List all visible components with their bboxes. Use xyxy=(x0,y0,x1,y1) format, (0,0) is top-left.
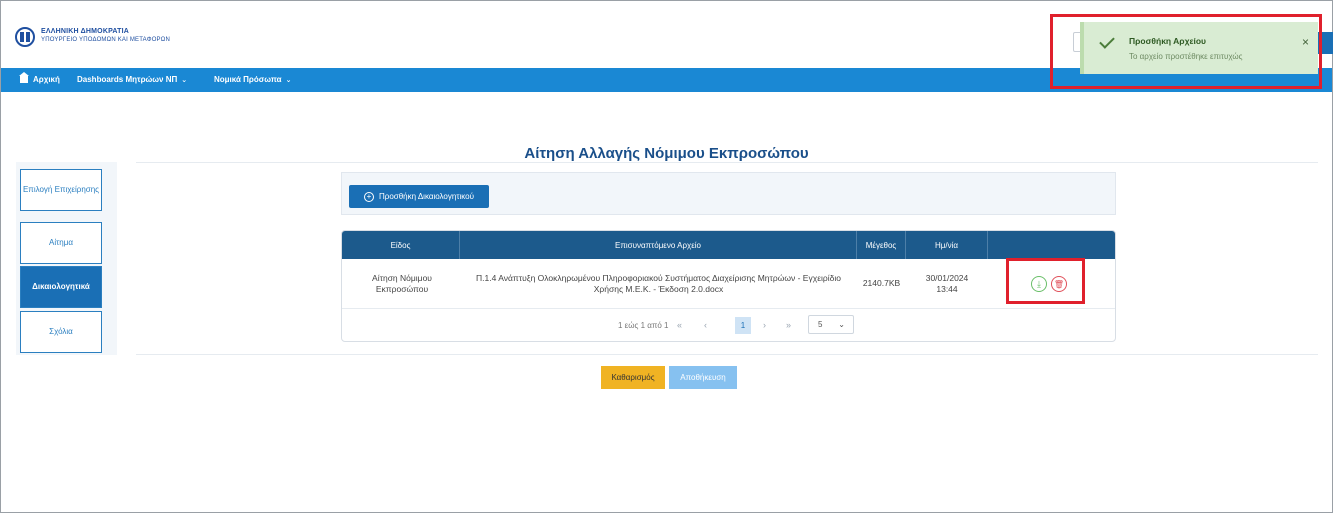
table-row: Αίτηση Νόμιμου Εκπροσώπου Π.1.4 Ανάπτυξη… xyxy=(342,259,1115,309)
add-document-label: Προσθήκη Δικαιολογητικού xyxy=(378,192,474,201)
nav-dashboards-label: Dashboards Μητρώων ΝΠ xyxy=(77,75,178,84)
column-header-date[interactable]: Ημ/νία xyxy=(906,231,988,259)
actions-highlight-box xyxy=(1006,258,1085,304)
nav-dashboards[interactable]: Dashboards Μητρώων ΝΠ ⌄ xyxy=(77,75,187,84)
chevron-down-icon: ⌄ xyxy=(838,320,845,329)
chevron-down-icon: ⌄ xyxy=(181,77,188,84)
steps-sidebar: Επιλογή Επιχείρησης Αίτημα Δικαιολογητικ… xyxy=(16,162,117,355)
cell-type: Αίτηση Νόμιμου Εκπροσώπου xyxy=(372,272,432,294)
column-header-type[interactable]: Είδος xyxy=(342,231,460,259)
nav-legal-persons[interactable]: Νομικά Πρόσωπα ⌄ xyxy=(214,75,291,84)
cell-date: 30/01/2024 13:44 xyxy=(925,272,969,294)
home-icon xyxy=(19,72,29,83)
cell-size: 2140.7KB xyxy=(862,278,901,289)
pagination: 1 εώς 1 από 1 « ‹ 1 › » 5 ⌄ xyxy=(342,309,1115,341)
next-page-icon[interactable]: › xyxy=(763,320,766,330)
sidebar-item-documents[interactable]: Δικαιολογητικά xyxy=(20,266,102,308)
sidebar-item-company[interactable]: Επιλογή Επιχείρησης xyxy=(20,169,102,211)
page-size-select[interactable]: 5 ⌄ xyxy=(808,315,854,334)
greek-emblem-icon xyxy=(15,27,35,47)
sidebar-item-comments[interactable]: Σχόλια xyxy=(20,311,102,353)
column-header-actions xyxy=(988,231,1115,259)
table-header: Είδος Επισυναπτόμενο Αρχείο Μέγεθος Ημ/ν… xyxy=(342,231,1115,259)
pagination-summary: 1 εώς 1 από 1 xyxy=(618,321,669,330)
page-title: Αίτηση Αλλαγής Νόμιμου Εκπροσώπου xyxy=(524,145,809,162)
gov-subtitle: ΥΠΟΥΡΓΕΙΟ ΥΠΟΔΟΜΩΝ ΚΑΙ ΜΕΤΑΦΟΡΩΝ xyxy=(41,37,170,43)
nav-legal-label: Νομικά Πρόσωπα xyxy=(214,75,282,84)
column-header-file[interactable]: Επισυναπτόμενο Αρχείο xyxy=(460,231,857,259)
plus-circle-icon: + xyxy=(363,191,374,202)
documents-table: Είδος Επισυναπτόμενο Αρχείο Μέγεθος Ημ/ν… xyxy=(341,230,1116,342)
nav-home-label: Αρχική xyxy=(33,75,60,84)
cell-file: Π.1.4 Ανάπτυξη Ολοκληρωμένου Πληροφοριακ… xyxy=(476,272,841,294)
last-page-icon[interactable]: » xyxy=(786,320,791,330)
prev-page-icon[interactable]: ‹ xyxy=(704,320,707,330)
column-header-size[interactable]: Μέγεθος xyxy=(857,231,906,259)
nav-home[interactable]: Αρχική xyxy=(33,75,60,84)
toast-highlight-box xyxy=(1050,14,1322,89)
clear-button[interactable]: Καθαρισμός xyxy=(601,366,665,389)
save-button[interactable]: Αποθήκευση xyxy=(669,366,737,389)
gov-title: ΕΛΛΗΝΙΚΗ ΔΗΜΟΚΡΑΤΙΑ xyxy=(41,28,129,35)
chevron-down-icon: ⌄ xyxy=(285,77,292,84)
page-size-value: 5 xyxy=(818,320,823,329)
sidebar-item-request[interactable]: Αίτημα xyxy=(20,222,102,264)
first-page-icon[interactable]: « xyxy=(677,320,682,330)
add-document-button[interactable]: + Προσθήκη Δικαιολογητικού xyxy=(349,185,489,208)
current-page-button[interactable]: 1 xyxy=(735,317,751,334)
